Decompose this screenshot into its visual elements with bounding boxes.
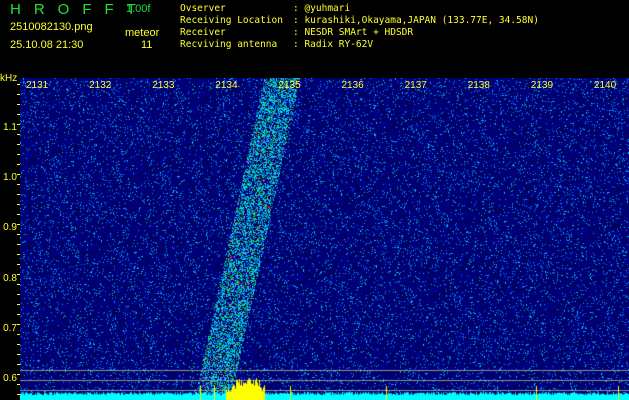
info-receiver: Receiver : NESDR SMArt + HDSDR — [180, 27, 414, 38]
info-block: Ovserver : @yuhmari Receiving Location :… — [180, 3, 539, 51]
datetime-label: 25.10.08 21:30 — [10, 39, 84, 51]
detection-label: meteor — [125, 27, 160, 39]
x-tick-label: 2137 — [404, 80, 427, 91]
info-antenna: Recviving antenna : Radix RY-62V — [180, 39, 374, 50]
y-tick — [17, 124, 20, 125]
y-tick — [17, 314, 20, 315]
y-tick — [17, 264, 20, 265]
x-tick-label: 2140 — [593, 80, 617, 91]
y-tick — [17, 214, 20, 215]
y-tick — [17, 354, 20, 355]
y-tick-label: 0.8 — [3, 272, 17, 284]
x-tick-label: 2134 — [215, 80, 238, 91]
y-tick — [17, 304, 20, 305]
y-tick — [17, 234, 20, 235]
y-tick — [17, 274, 20, 275]
x-tick-label: 2131 — [26, 80, 49, 91]
y-tick — [17, 364, 20, 365]
y-tick-label: 1.1 — [3, 122, 17, 133]
y-tick — [17, 184, 20, 185]
filename-label: 2510082130.png — [10, 21, 93, 33]
y-tick — [17, 104, 20, 105]
y-tick — [17, 244, 20, 245]
y-tick — [17, 134, 20, 135]
y-axis-unit: kHz — [0, 73, 18, 84]
y-tick — [17, 164, 20, 165]
x-tick-label: 2135 — [278, 80, 301, 91]
x-tick-label: 2132 — [89, 80, 112, 91]
y-tick — [17, 84, 20, 85]
y-tick — [17, 174, 20, 175]
y-tick — [17, 294, 20, 295]
y-tick — [17, 254, 20, 255]
y-tick — [17, 344, 20, 345]
y-tick — [17, 144, 20, 145]
y-tick-label: 1.0 — [3, 172, 17, 184]
y-tick — [17, 334, 20, 335]
y-tick — [17, 384, 20, 385]
y-tick — [17, 284, 20, 285]
info-location: Receiving Location : kurashiki,Okayama,J… — [180, 15, 539, 26]
x-tick-label: 2133 — [152, 80, 175, 91]
y-tick — [17, 394, 20, 395]
y-tick-label: 0.6 — [3, 373, 17, 384]
y-tick — [17, 94, 20, 95]
y-tick — [17, 194, 20, 195]
y-tick-label: 0.7 — [3, 322, 17, 334]
spectrogram — [20, 78, 629, 400]
x-tick-label: 2139 — [530, 80, 554, 91]
detection-count: 11 — [141, 39, 153, 51]
y-tick — [17, 204, 20, 205]
y-tick — [17, 374, 20, 375]
info-observer: Ovserver : @yuhmari — [180, 3, 351, 14]
y-tick — [17, 324, 20, 325]
version-label: 1.00f — [126, 3, 151, 15]
y-tick — [17, 224, 20, 225]
y-tick — [17, 154, 20, 155]
y-tick-label: 0.9 — [3, 222, 17, 234]
x-tick-label: 2138 — [467, 80, 490, 91]
x-tick-label: 2136 — [341, 80, 364, 91]
y-tick — [17, 114, 20, 115]
